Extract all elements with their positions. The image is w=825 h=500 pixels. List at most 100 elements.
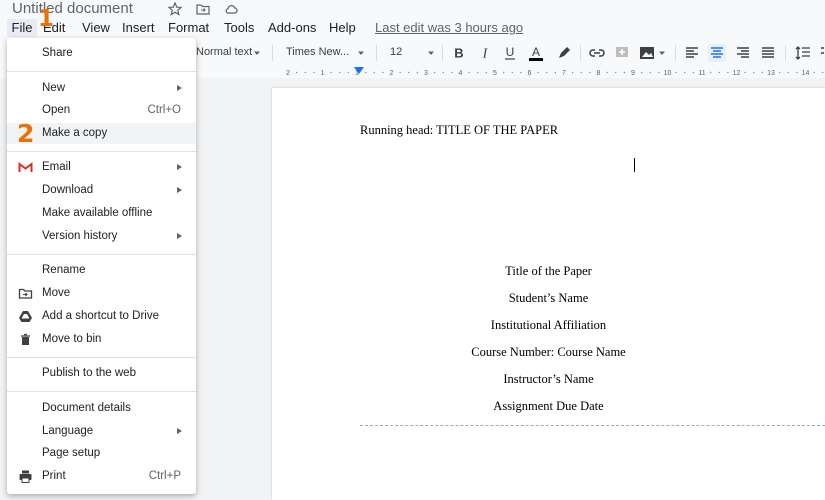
chevron-down-icon	[358, 51, 364, 55]
menu-item-add-shortcut[interactable]: Add a shortcut to Drive	[7, 306, 196, 327]
ruler-tick-dot	[520, 71, 522, 74]
ruler-tick-dot	[571, 71, 574, 74]
menu-item-publish-to-web[interactable]: Publish to the web	[7, 363, 196, 384]
submenu-arrow-icon	[177, 233, 182, 239]
menu-item-language[interactable]: Language	[7, 421, 196, 442]
move-to-bin-label: Move to bin	[42, 333, 102, 345]
printer-icon	[19, 470, 32, 483]
line-spacing-icon[interactable]	[794, 44, 812, 62]
ruler-tick-dot	[718, 71, 720, 74]
download-label: Download	[42, 184, 94, 196]
underline-icon[interactable]: U	[501, 44, 519, 62]
document-title[interactable]: Untitled document	[12, 0, 133, 18]
ruler-tick-dot	[761, 71, 764, 74]
ruler-tick-dot	[511, 71, 513, 74]
ruler-tick-dot	[304, 71, 306, 74]
menu-item-email[interactable]: Email	[7, 157, 196, 178]
menu-item-page-setup[interactable]: Page setup	[7, 443, 196, 464]
menu-view[interactable]: View	[82, 20, 110, 36]
move-folder-icon[interactable]	[196, 2, 210, 16]
menu-divider	[7, 357, 196, 358]
align-center-icon[interactable]	[708, 44, 726, 62]
ruler-tick-dot	[485, 71, 488, 74]
menu-insert[interactable]: Insert	[122, 20, 155, 36]
ruler-tick-label: 10	[664, 70, 672, 77]
ruler-tick-dot	[640, 71, 643, 74]
comment-icon[interactable]	[613, 44, 631, 62]
menu-item-open[interactable]: Open Ctrl+O	[7, 100, 196, 121]
menu-item-new[interactable]: New	[7, 78, 196, 99]
menu-item-make-available-offline[interactable]: Make available offline	[7, 203, 196, 224]
details-label: Document details	[42, 402, 131, 414]
toolbar-divider	[272, 45, 273, 61]
menu-item-version-history[interactable]: Version history	[7, 226, 196, 247]
ruler-tick-dot	[502, 71, 505, 74]
ruler-tick-dot	[606, 71, 608, 74]
highlight-pen-icon[interactable]	[555, 44, 573, 62]
image-icon[interactable]	[638, 44, 656, 62]
style-dropdown[interactable]: Normal text	[196, 46, 252, 58]
star-icon[interactable]	[168, 2, 182, 16]
text-cursor	[634, 158, 635, 172]
bold-icon[interactable]: B	[450, 44, 468, 62]
menu-file[interactable]: File	[7, 19, 37, 37]
menu-item-move[interactable]: Move	[7, 283, 196, 304]
font-size-dropdown[interactable]: 12	[390, 46, 402, 58]
menu-format[interactable]: Format	[168, 20, 209, 36]
menu-item-make-a-copy[interactable]: Make a copy	[7, 123, 196, 144]
ruler-tick-dot	[537, 71, 539, 74]
ruler-tick-dot	[442, 71, 444, 74]
link-icon[interactable]	[588, 44, 606, 62]
menu-divider	[7, 391, 196, 392]
gmail-icon	[18, 162, 33, 172]
ruler-tick-dot	[477, 71, 479, 74]
italic-icon[interactable]: I	[476, 44, 494, 62]
ruler-tick-label: 11	[698, 70, 705, 77]
menu-item-share[interactable]: Share	[7, 43, 196, 64]
ruler-tick-label: 12	[733, 70, 741, 77]
share-label: Share	[42, 47, 73, 59]
ruler-tick-dot	[796, 71, 798, 74]
menu-help[interactable]: Help	[329, 20, 356, 36]
ruler-tick-dot	[822, 71, 824, 74]
make-a-copy-label: Make a copy	[42, 127, 108, 139]
institutional-affiliation: Institutional Affiliation	[490, 318, 607, 332]
toolbar-divider	[785, 45, 786, 61]
ruler-tick-dot	[649, 71, 651, 74]
print-label: Print	[42, 470, 66, 482]
step-2-annotation: 2	[17, 119, 35, 148]
ruler-tick-dot	[744, 71, 746, 74]
ruler-tick-label: 7	[562, 70, 566, 77]
drive-shortcut-icon	[19, 311, 32, 322]
justify-icon[interactable]	[759, 44, 777, 62]
menu-item-download[interactable]: Download	[7, 180, 196, 201]
ruler-tick-dot	[787, 71, 789, 74]
running-head: Running head: TITLE OF THE PAPER	[360, 123, 559, 137]
ruler-tick-dot	[408, 71, 410, 74]
font-dropdown[interactable]: Times New...	[286, 46, 349, 58]
menu-tools[interactable]: Tools	[224, 20, 254, 36]
align-right-icon[interactable]	[734, 44, 752, 62]
ruler-marks: 2 1 1 2 3 4 5 6 7 8 9 10 11 12 13 14	[286, 67, 824, 77]
cloud-status-icon[interactable]	[224, 2, 238, 16]
ruler-tick-label: 2	[390, 70, 394, 77]
offline-label: Make available offline	[42, 207, 153, 219]
ruler-tick-dot	[546, 71, 548, 74]
toolbar-divider	[675, 45, 676, 61]
page-break-line	[360, 425, 825, 426]
toolbar-divider	[580, 45, 581, 61]
menu-add-ons[interactable]: Add-ons	[268, 20, 316, 36]
ruler-tick-label: 3	[424, 70, 428, 77]
menu-divider	[7, 254, 196, 255]
ruler-tick-dot	[727, 71, 729, 74]
checklist-icon[interactable]	[819, 44, 825, 62]
align-left-icon[interactable]	[683, 44, 701, 62]
ruler-tick-dot	[658, 71, 660, 74]
menu-item-document-details[interactable]: Document details	[7, 398, 196, 419]
document-page[interactable]: Running head: TITLE OF THE PAPER Title o…	[272, 88, 825, 500]
menu-item-print[interactable]: Print Ctrl+P	[7, 466, 196, 487]
menu-item-rename[interactable]: Rename	[7, 260, 196, 281]
menu-item-move-to-bin[interactable]: Move to bin	[7, 329, 196, 350]
last-edit-link[interactable]: Last edit was 3 hours ago	[375, 20, 523, 36]
text-color-icon[interactable]: A	[527, 44, 545, 62]
